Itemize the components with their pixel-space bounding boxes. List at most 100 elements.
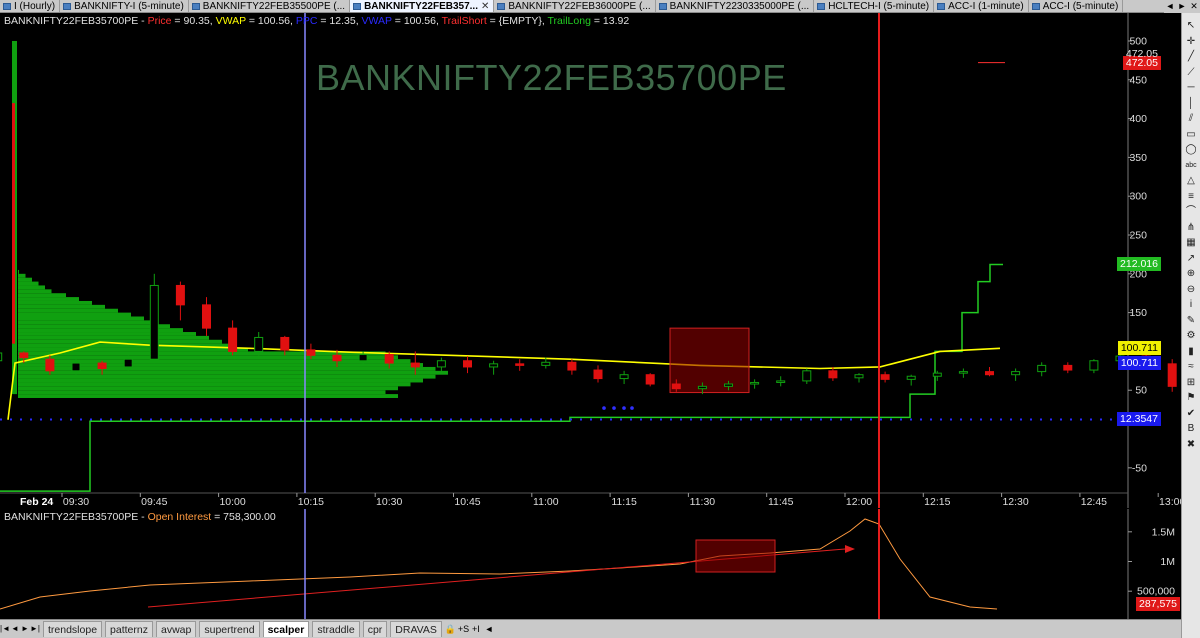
legend-symbol: BANKNIFTY22FEB35700PE [4, 15, 139, 27]
candle-body [593, 369, 603, 380]
tab-1[interactable]: BANKNIFTY-I (5-minute) [60, 0, 189, 12]
tab-0[interactable]: I (Hourly) [0, 0, 61, 12]
collapse-icon[interactable]: ◄ [484, 624, 494, 634]
symbol-watermark: BANKNIFTY22FEB35700PE [316, 57, 787, 98]
cross-icon[interactable]: ✛ [1184, 35, 1198, 48]
price-pane-legend: BANKNIFTY22FEB35700PE - Price = 90.35, V… [4, 15, 629, 27]
price-tag-1: 472.05 [1125, 48, 1158, 61]
sheet-tab-trendslope[interactable]: trendslope [43, 621, 103, 637]
signal-icon[interactable]: ≈ [1184, 360, 1198, 373]
info-icon[interactable]: i [1184, 298, 1198, 311]
oi-chart[interactable]: 1.5M1M500,000 [0, 509, 1181, 619]
zoom-out-icon[interactable]: ⊖ [1184, 283, 1198, 296]
oi-pane-legend: BANKNIFTY22FEB35700PE - Open Interest = … [4, 511, 276, 523]
signal-dot [602, 406, 606, 410]
add-sheet-icon[interactable]: +S [458, 624, 469, 634]
oi-legend-separator: - [138, 511, 148, 523]
candle-body [436, 360, 446, 368]
sheet-tab-straddle[interactable]: straddle [312, 621, 360, 637]
fib-icon[interactable]: ≡ [1184, 190, 1198, 203]
legend-name-vwap: VWAP [361, 15, 392, 27]
triangle-icon[interactable]: △ [1184, 174, 1198, 187]
tab-2[interactable]: BANKNIFTY22FEB35500PE (... [189, 0, 351, 12]
sheet-tabs-bar: |◄ ◄ ► ►| trendslope patternz avwap supertrend s… [0, 619, 1181, 638]
candle-body [463, 360, 472, 368]
tab-3[interactable]: BANKNIFTY22FEB357... ✕ [350, 0, 495, 12]
delete-icon[interactable]: ✖ [1184, 438, 1198, 451]
volume-profile-bar [18, 394, 398, 398]
tab-8[interactable]: ACC-I (5-minute) [1029, 0, 1124, 12]
tab-scroll-left-button[interactable]: ◄ [1164, 0, 1176, 13]
open-interest-pane[interactable]: BANKNIFTY22FEB35700PE - Open Interest = … [0, 509, 1181, 619]
legend-value: = 90.35, [171, 15, 216, 27]
ray-icon[interactable]: ⟋ [1184, 66, 1198, 79]
candle-body [280, 336, 290, 351]
y-tick-label: 250 [1129, 230, 1147, 242]
vline-icon[interactable]: │ [1184, 97, 1198, 110]
volume-profile-bar [18, 289, 52, 294]
next-sheet-button[interactable]: ► [20, 622, 30, 636]
volume-profile-bar [18, 308, 118, 313]
tab-scroll-right-button[interactable]: ► [1176, 0, 1188, 13]
sheet-tab-scalper[interactable]: scalper [262, 621, 310, 637]
close-window-button[interactable]: ✕ [1188, 0, 1200, 13]
sheet-tab-patternz[interactable]: patternz [105, 621, 153, 637]
lock-icon[interactable]: 🔒 [445, 624, 456, 635]
text-icon[interactable]: abc [1184, 159, 1198, 172]
bold-icon[interactable]: B [1184, 422, 1198, 435]
y-tick-label: 50 [1135, 385, 1147, 397]
insert-icon[interactable]: +I [471, 624, 481, 634]
candle-body [123, 358, 133, 368]
hline-icon[interactable]: ─ [1184, 81, 1198, 94]
sheet-tab-cpr[interactable]: cpr [362, 621, 388, 637]
candle-body [489, 363, 499, 368]
ellipse-icon[interactable]: ◯ [1184, 143, 1198, 156]
candle-body [932, 372, 942, 377]
tab-7[interactable]: ACC-I (1-minute) [934, 0, 1029, 12]
volume-profile-bar [18, 269, 19, 274]
highlight-box[interactable] [669, 327, 750, 394]
last-sheet-button[interactable]: ►| [30, 622, 40, 636]
rect-icon[interactable]: ▭ [1184, 128, 1198, 141]
pitchfork-icon[interactable]: ⋔ [1184, 221, 1198, 234]
zoom-in-icon[interactable]: ⊕ [1184, 267, 1198, 280]
price-pane[interactable]: BANKNIFTY22FEB35700PE - Price = 90.35, V… [0, 13, 1200, 508]
sheet-tab-avwap[interactable]: avwap [156, 621, 197, 637]
marker-icon[interactable]: ✔ [1184, 407, 1198, 420]
gear-icon[interactable]: ⚙ [1184, 329, 1198, 342]
tab-label: BANKNIFTY-I (5-minute) [74, 1, 184, 12]
tab-6[interactable]: HCLTECH-I (5-minute) [814, 0, 935, 12]
tab-5[interactable]: BANKNIFTY2230335000PE (... [656, 0, 815, 12]
candle-body [1089, 360, 1099, 371]
oi-price-tag: 287,575 [1136, 596, 1180, 611]
flag-icon[interactable]: ⚑ [1184, 391, 1198, 404]
candle-body [306, 349, 316, 356]
arrow-icon[interactable]: ↗ [1184, 252, 1198, 265]
x-tick-label: 12:00 [846, 496, 872, 508]
channel-icon[interactable]: ⫽ [1184, 112, 1198, 125]
grid-icon[interactable]: ⊞ [1184, 376, 1198, 389]
legend-value: = {EMPTY}, [486, 15, 548, 27]
arc-icon[interactable]: ⌒ [1184, 205, 1198, 218]
pencil-icon[interactable]: ✎ [1184, 314, 1198, 327]
line-icon[interactable]: ╱ [1184, 50, 1198, 63]
oi-highlight-box[interactable] [695, 539, 776, 573]
candle-body [1037, 364, 1047, 373]
sheet-tab-dravas[interactable]: DRAVAS [390, 621, 442, 637]
tab-4[interactable]: BANKNIFTY22FEB36000PE (... [494, 0, 656, 12]
legend-value: = 12.35, [317, 15, 362, 27]
volume-profile-bar [18, 273, 26, 278]
price-tag-3: 100.711 [1117, 341, 1161, 356]
sheet-tab-supertrend[interactable]: supertrend [199, 621, 260, 637]
gann-icon[interactable]: ▦ [1184, 236, 1198, 249]
prev-sheet-button[interactable]: ◄ [10, 622, 20, 636]
x-tick-label: 13:00 [1159, 496, 1181, 508]
first-sheet-button[interactable]: |◄ [0, 622, 10, 636]
close-icon[interactable]: ✕ [481, 0, 489, 12]
candle-body [906, 375, 916, 380]
candle-body [1011, 371, 1021, 376]
signal-dot [630, 406, 634, 410]
pointer-icon[interactable]: ↖ [1184, 19, 1198, 32]
bars-icon[interactable]: ▮ [1184, 345, 1198, 358]
tab-label: BANKNIFTY22FEB35500PE (... [202, 1, 346, 12]
